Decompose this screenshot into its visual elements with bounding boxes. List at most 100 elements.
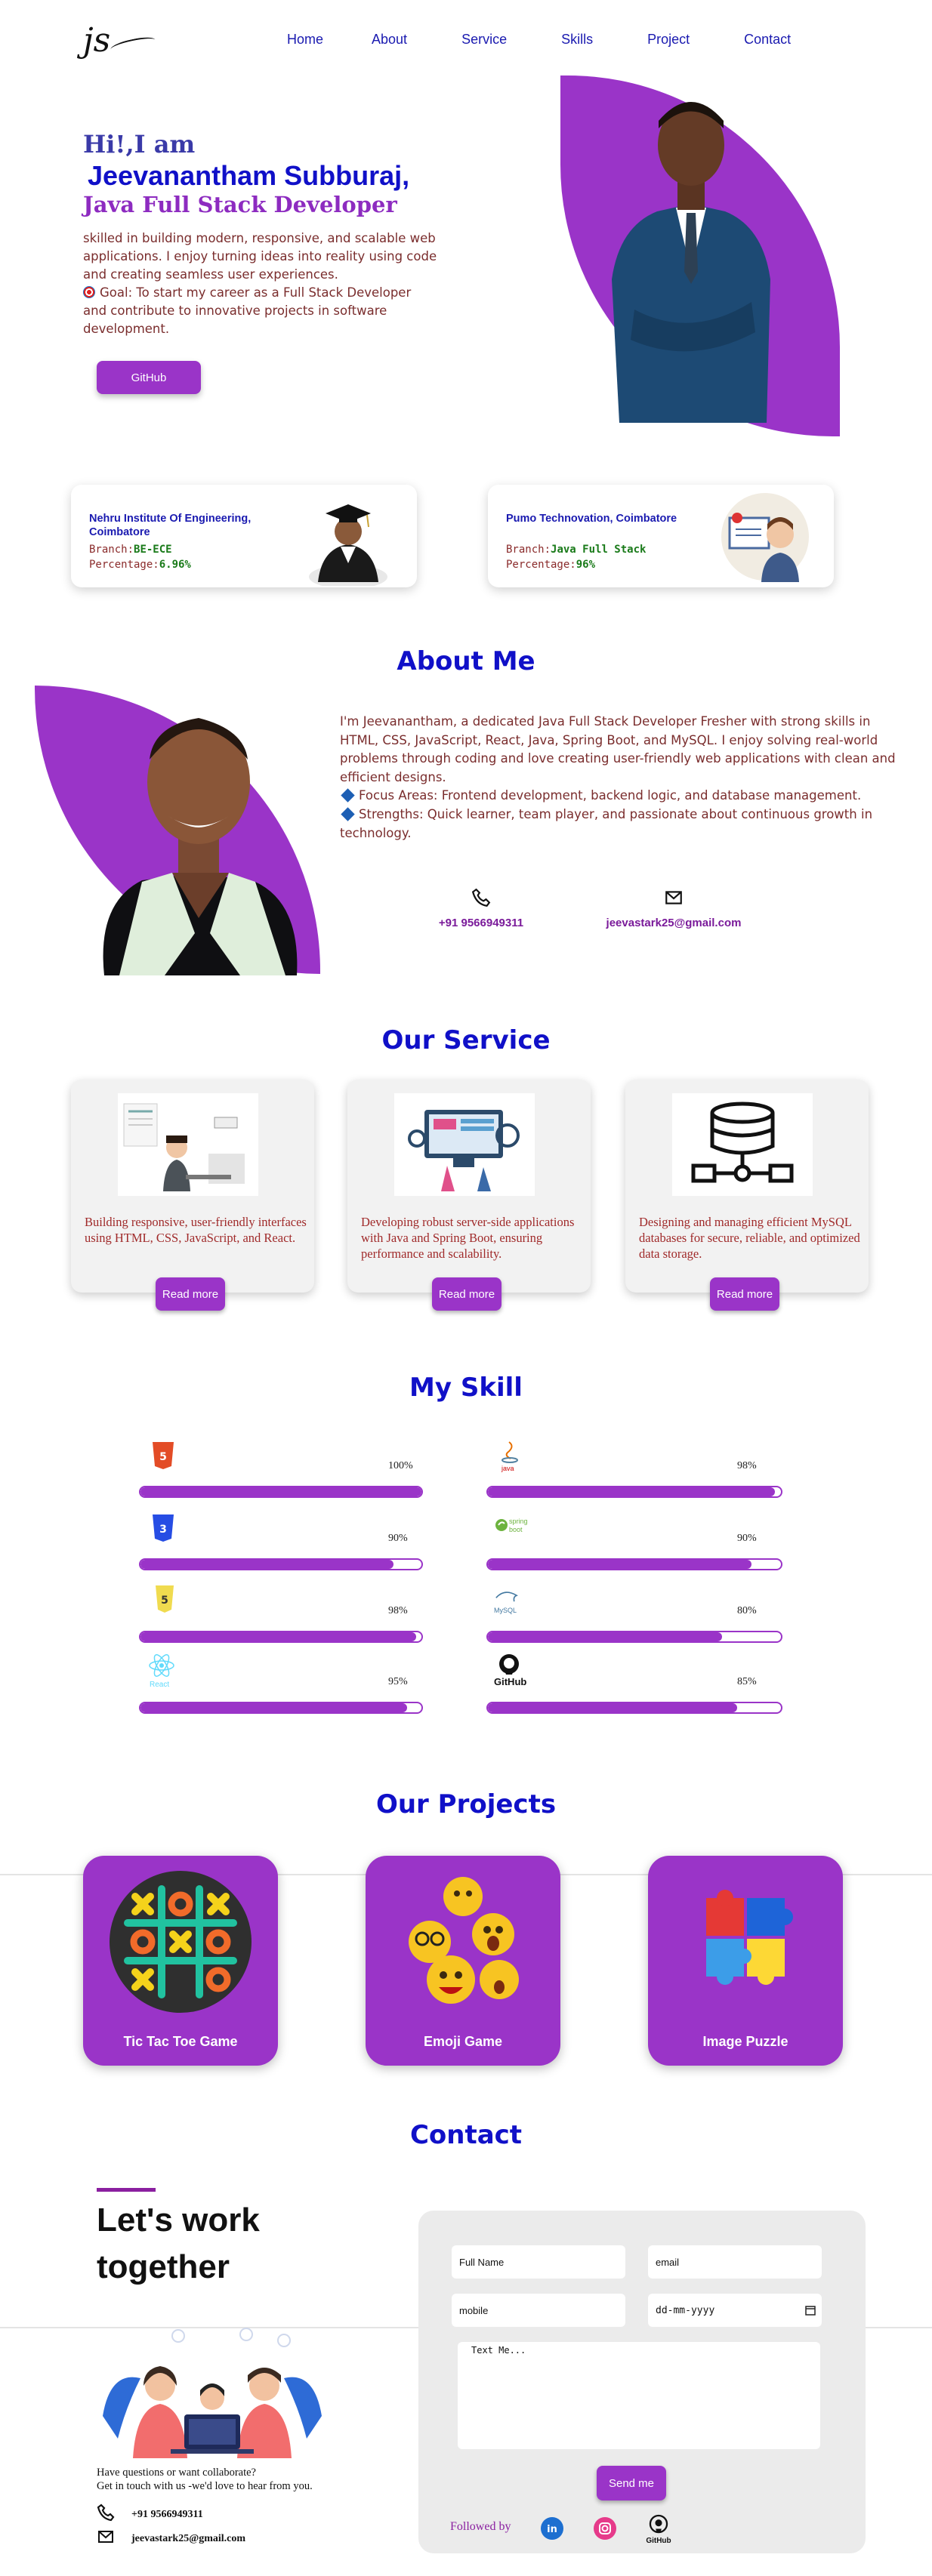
education-card-2: Pumo Technovation, Coimbatore Branch:Jav… <box>488 485 834 587</box>
graduate-illustration <box>309 504 387 586</box>
title-accent-bar <box>97 2188 156 2192</box>
about-focus: Focus Areas: Frontend development, backe… <box>340 787 902 806</box>
svg-text:5: 5 <box>159 1451 167 1463</box>
project-title: Emoji Game <box>423 2034 503 2049</box>
github-button[interactable]: GitHub <box>97 361 201 394</box>
skill-pct: 85% <box>737 1676 757 1687</box>
hero-greeting: Hi!,I am <box>83 130 196 159</box>
project-image-puzzle[interactable]: Image Puzzle <box>648 1856 843 2066</box>
message-textarea[interactable] <box>458 2342 820 2449</box>
diamond-icon <box>341 788 355 803</box>
skill-bar-fill <box>140 1560 393 1569</box>
phone-icon <box>97 2504 115 2525</box>
contact-phone[interactable]: +91 9566949311 <box>97 2504 203 2525</box>
contact-form <box>418 2211 866 2553</box>
edu-title: Nehru Institute Of Engineering, Coimbato… <box>89 513 252 538</box>
target-icon <box>83 286 95 298</box>
skill-pct: 100% <box>388 1460 413 1471</box>
github-icon <box>649 2514 668 2534</box>
nav-contact[interactable]: Contact <box>744 32 791 48</box>
about-heading: About Me <box>397 646 535 676</box>
tic-tac-toe-icon <box>110 1871 252 2013</box>
svg-text:5: 5 <box>161 1595 168 1607</box>
certificate-illustration <box>721 493 809 582</box>
about-email[interactable]: jeevastark25@gmail.com <box>598 888 749 929</box>
skill-pct: 95% <box>388 1676 408 1687</box>
email-input[interactable] <box>648 2245 822 2279</box>
nav-home[interactable]: Home <box>287 32 323 48</box>
edu-details: Branch:Java Full Stack Percentage:96% <box>506 544 647 571</box>
skill-bar-fill <box>488 1487 776 1496</box>
project-tic-tac-toe[interactable]: Tic Tac Toe Game <box>83 1856 278 2066</box>
hero-description: skilled in building modern, responsive, … <box>83 230 438 338</box>
skill-pct: 98% <box>388 1605 408 1616</box>
edu-details: Branch:BE-ECE Percentage:6.96% <box>89 544 191 571</box>
frontend-illustration <box>118 1093 258 1196</box>
linkedin-icon[interactable]: in <box>541 2517 563 2540</box>
nav-about[interactable]: About <box>372 32 407 48</box>
date-input[interactable] <box>648 2294 822 2327</box>
nav-project[interactable]: Project <box>647 32 690 48</box>
read-more-button[interactable]: Read more <box>156 1277 225 1311</box>
skill-mysql: MySQL <box>492 1584 523 1617</box>
team-illustration <box>103 2328 322 2458</box>
send-button[interactable]: Send me <box>597 2466 666 2501</box>
svg-text:in: in <box>547 2524 557 2535</box>
main-nav: Home About Service Skills Project Contac… <box>287 32 845 48</box>
service-card-frontend: Building responsive, user-friendly inter… <box>71 1080 314 1311</box>
calendar-icon[interactable] <box>805 2304 816 2319</box>
hero-portrait <box>612 102 770 423</box>
project-title: Tic Tac Toe Game <box>123 2034 238 2049</box>
svg-text:3: 3 <box>159 1524 167 1536</box>
about-text: I'm Jeevanantham, a dedicated Java Full … <box>340 713 902 843</box>
skill-pct: 98% <box>737 1460 757 1471</box>
projects-heading: Our Projects <box>375 1789 557 1820</box>
fullname-input[interactable] <box>452 2245 625 2279</box>
about-portrait <box>103 718 298 975</box>
skill-spring-boot: spring boot <box>494 1514 528 1548</box>
hero-desc-text: skilled in building modern, responsive, … <box>83 231 437 282</box>
skill-bar <box>139 1702 423 1714</box>
skill-java: java <box>495 1439 526 1472</box>
edu-title: Pumo Technovation, Coimbatore <box>506 513 677 525</box>
about-paragraph: I'm Jeevanantham, a dedicated Java Full … <box>340 714 896 784</box>
skill-javascript: 5 <box>150 1584 180 1617</box>
about-phone[interactable]: +91 9566949311 <box>432 888 530 929</box>
read-more-button[interactable]: Read more <box>710 1277 779 1311</box>
contact-question: Have questions or want collaborate? Get … <box>97 2467 313 2492</box>
skill-react: React <box>147 1653 177 1689</box>
skill-bar-fill <box>488 1560 752 1569</box>
about-strengths: Strengths: Quick learner, team player, a… <box>340 806 873 840</box>
education-card-1: Nehru Institute Of Engineering, Coimbato… <box>71 485 417 587</box>
nav-service[interactable]: Service <box>461 32 507 48</box>
contact-title: Let's work together <box>97 2202 260 2285</box>
instagram-icon[interactable] <box>594 2517 616 2540</box>
project-emoji-game[interactable]: Emoji Game <box>366 1856 560 2066</box>
read-more-button[interactable]: Read more <box>432 1277 501 1311</box>
javascript-icon: 5 <box>156 1585 174 1613</box>
nav-skills[interactable]: Skills <box>561 32 593 48</box>
hero-role: Java Full Stack Developer <box>83 192 397 217</box>
service-card-database: Designing and managing efficient MySQL d… <box>625 1080 869 1311</box>
skill-bar-fill <box>488 1703 737 1712</box>
skill-bar <box>139 1558 423 1570</box>
skill-bar-fill <box>140 1487 421 1496</box>
hero-name: Jeevanantham Subburaj, <box>88 160 410 191</box>
github-social[interactable]: GitHub <box>643 2514 674 2547</box>
puzzle-icon <box>706 1890 793 1985</box>
mail-icon <box>97 2528 115 2550</box>
skill-pct: 80% <box>737 1605 757 1616</box>
skill-bar <box>486 1558 782 1570</box>
diamond-icon <box>341 807 355 821</box>
phone-icon <box>471 888 491 907</box>
skill-bar <box>486 1631 782 1643</box>
logo[interactable]: js <box>83 21 156 60</box>
skill-pct: 90% <box>388 1533 408 1544</box>
skill-bar <box>486 1486 782 1498</box>
mobile-input[interactable] <box>452 2294 625 2327</box>
skill-bar-fill <box>140 1703 408 1712</box>
contact-heading: Contact <box>409 2120 523 2150</box>
skill-bar-fill <box>488 1632 723 1641</box>
contact-email[interactable]: jeevastark25@gmail.com <box>97 2528 245 2550</box>
service-text: Building responsive, user-friendly inter… <box>85 1215 307 1245</box>
